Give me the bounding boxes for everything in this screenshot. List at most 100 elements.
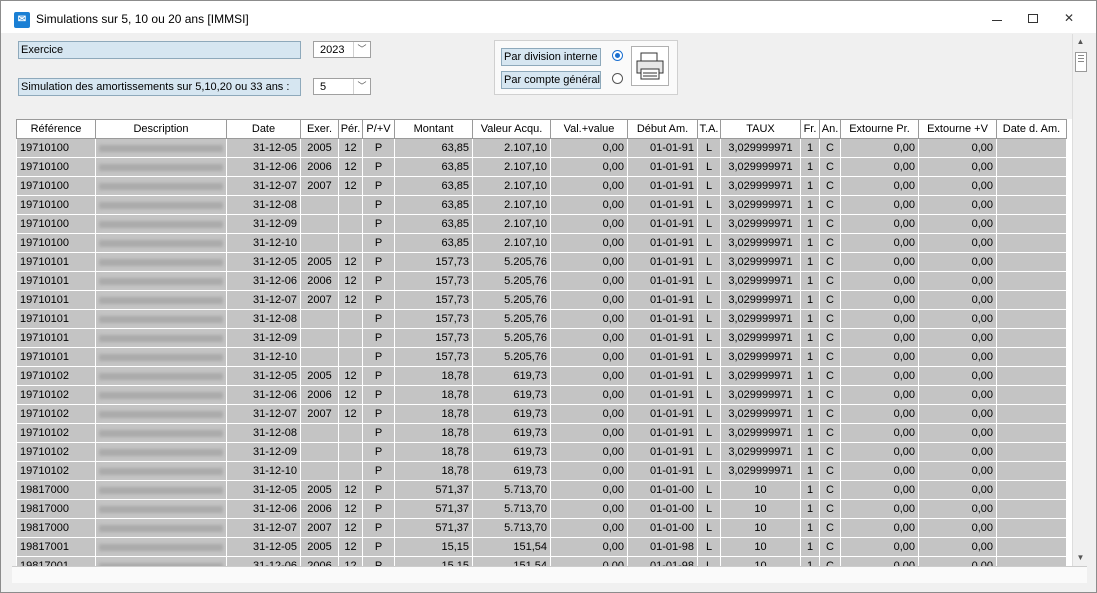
column-header[interactable]: Date d. Am.	[996, 119, 1067, 139]
option-division-radio[interactable]	[612, 50, 623, 61]
table-cell: 1	[800, 138, 820, 158]
column-header[interactable]: Val.+value	[550, 119, 628, 139]
table-row[interactable]: 19710102 31-12-05 2005 12 P 18,78 619,73 0,00 01…	[16, 366, 1067, 386]
table-row[interactable]: 19817000 31-12-07 2007 12 P 571,37 5.713,70 0,0…	[16, 518, 1067, 538]
option-compte-label[interactable]: Par compte général	[501, 71, 601, 89]
table-row[interactable]: 19710101 31-12-07 2007 12 P 157,73 5.205,76 0,0…	[16, 290, 1067, 310]
column-header[interactable]: TAUX	[720, 119, 801, 139]
redacted-description	[99, 144, 223, 152]
table-row[interactable]: 19710102 31-12-06 2006 12 P 18,78 619,73 0,00 01…	[16, 385, 1067, 405]
column-header[interactable]: Valeur Acqu.	[472, 119, 551, 139]
table-cell: 1	[800, 176, 820, 196]
column-header[interactable]: An.	[819, 119, 841, 139]
table-cell: 19710100	[16, 214, 96, 234]
table-cell	[300, 442, 339, 462]
column-header[interactable]: T.A.	[697, 119, 721, 139]
table-cell: 571,37	[394, 480, 473, 500]
table-row[interactable]: 19710100 31-12-06 2006 12 P 63,85 2.107,10 0,00…	[16, 157, 1067, 177]
table-cell: 01-01-91	[627, 176, 698, 196]
table-row[interactable]: 19710100 31-12-08 P 63,85 2.107,10 0,00 01-01-…	[16, 195, 1067, 215]
table-cell: 19817000	[16, 480, 96, 500]
table-cell: 1	[800, 271, 820, 291]
table-cell	[300, 347, 339, 367]
table-row[interactable]: 19710102 31-12-08 P 18,78 619,73 0,00 01-01-91…	[16, 423, 1067, 443]
redacted-description	[99, 353, 223, 361]
close-button[interactable]: ✕	[1049, 5, 1089, 31]
table-cell: 0,00	[918, 537, 997, 557]
column-header[interactable]: P/+V	[362, 119, 395, 139]
table-row[interactable]: 19710100 31-12-05 2005 12 P 63,85 2.107,10 0,00…	[16, 138, 1067, 158]
table-row[interactable]: 19710100 31-12-10 P 63,85 2.107,10 0,00 01-01-…	[16, 233, 1067, 253]
table-cell: 0,00	[918, 404, 997, 424]
table-cell: 0,00	[840, 290, 919, 310]
vertical-scrollbar[interactable]: ▲ ▼	[1072, 34, 1088, 566]
exercice-select[interactable]: 2023 ﹀	[313, 41, 371, 58]
table-row[interactable]: 19710101 31-12-06 2006 12 P 157,73 5.205,76 0,0…	[16, 271, 1067, 291]
table-cell	[95, 347, 227, 367]
chevron-down-icon[interactable]: ﹀	[353, 42, 370, 57]
maximize-button[interactable]	[1013, 5, 1053, 31]
maximize-icon	[1028, 14, 1038, 24]
print-button[interactable]	[631, 46, 669, 86]
chevron-down-icon[interactable]: ﹀	[353, 79, 370, 94]
table-cell: C	[819, 556, 841, 566]
simulation-select[interactable]: 5 ﹀	[313, 78, 371, 95]
table-cell: 0,00	[550, 290, 628, 310]
table-row[interactable]: 19817000 31-12-06 2006 12 P 571,37 5.713,70 0,0…	[16, 499, 1067, 519]
data-grid[interactable]: Référence Description Date Exer. Pér. P/+V Mon…	[16, 119, 1072, 566]
table-row[interactable]: 19710102 31-12-10 P 18,78 619,73 0,00 01-01-91…	[16, 461, 1067, 481]
table-cell: L	[697, 556, 721, 566]
table-cell	[95, 233, 227, 253]
column-header[interactable]: Montant	[394, 119, 473, 139]
table-row[interactable]: 19710101 31-12-10 P 157,73 5.205,76 0,00 01-01…	[16, 347, 1067, 367]
column-header[interactable]: Exer.	[300, 119, 339, 139]
table-cell: 0,00	[918, 347, 997, 367]
column-header[interactable]: Date	[226, 119, 301, 139]
column-header[interactable]: Description	[95, 119, 227, 139]
column-header[interactable]: Référence	[16, 119, 96, 139]
close-icon: ✕	[1063, 11, 1075, 25]
option-division-label[interactable]: Par division interne	[501, 48, 601, 66]
table-cell: 01-01-91	[627, 138, 698, 158]
column-header[interactable]: Extourne +V	[918, 119, 997, 139]
column-header[interactable]: Pér.	[338, 119, 363, 139]
scroll-up-icon[interactable]: ▲	[1073, 34, 1088, 50]
column-header[interactable]: Début Am.	[627, 119, 698, 139]
table-cell: 2005	[300, 480, 339, 500]
table-row[interactable]: 19817001 31-12-05 2005 12 P 15,15 151,54 0,00 01…	[16, 537, 1067, 557]
table-cell	[300, 309, 339, 329]
table-row[interactable]: 19817000 31-12-05 2005 12 P 571,37 5.713,70 0,0…	[16, 480, 1067, 500]
table-row[interactable]: 19710102 31-12-09 P 18,78 619,73 0,00 01-01-91…	[16, 442, 1067, 462]
table-cell: 15,15	[394, 556, 473, 566]
table-cell: 3,029999971	[720, 157, 801, 177]
table-cell	[996, 423, 1067, 443]
table-cell: 0,00	[550, 480, 628, 500]
table-row[interactable]: 19710101 31-12-08 P 157,73 5.205,76 0,00 01-01…	[16, 309, 1067, 329]
table-cell: 31-12-05	[226, 138, 301, 158]
table-cell: 0,00	[918, 290, 997, 310]
minimize-button[interactable]	[977, 5, 1017, 31]
table-row[interactable]: 19817001 31-12-06 2006 12 P 15,15 151,54 0,00 01…	[16, 556, 1067, 566]
table-cell: 19817000	[16, 499, 96, 519]
option-compte-radio[interactable]	[612, 73, 623, 84]
table-cell: L	[697, 518, 721, 538]
table-row[interactable]: 19710100 31-12-09 P 63,85 2.107,10 0,00 01-01-…	[16, 214, 1067, 234]
scroll-thumb[interactable]	[1075, 52, 1087, 72]
table-row[interactable]: 19710101 31-12-09 P 157,73 5.205,76 0,00 01-01…	[16, 328, 1067, 348]
scroll-down-icon[interactable]: ▼	[1073, 550, 1088, 566]
table-cell: 31-12-06	[226, 157, 301, 177]
table-row[interactable]: 19710102 31-12-07 2007 12 P 18,78 619,73 0,00 01…	[16, 404, 1067, 424]
table-cell: 63,85	[394, 233, 473, 253]
table-cell: 2005	[300, 138, 339, 158]
table-cell: 3,029999971	[720, 195, 801, 215]
table-cell: C	[819, 366, 841, 386]
table-row[interactable]: 19710101 31-12-05 2005 12 P 157,73 5.205,76 0,0…	[16, 252, 1067, 272]
column-header[interactable]: Fr.	[800, 119, 820, 139]
table-cell: 12	[338, 157, 363, 177]
table-row[interactable]: 19710100 31-12-07 2007 12 P 63,85 2.107,10 0,00…	[16, 176, 1067, 196]
table-cell: C	[819, 385, 841, 405]
table-cell: 01-01-91	[627, 347, 698, 367]
table-cell: 0,00	[918, 423, 997, 443]
table-cell: C	[819, 271, 841, 291]
column-header[interactable]: Extourne Pr.	[840, 119, 919, 139]
